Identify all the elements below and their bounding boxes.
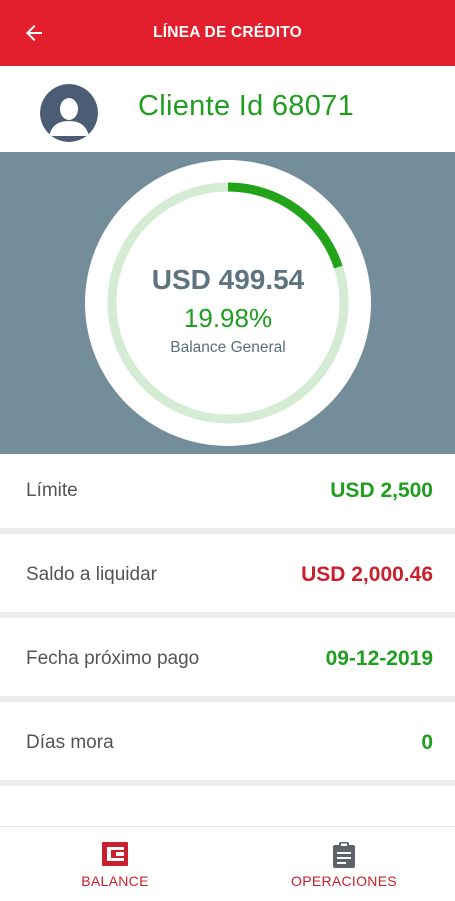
row-fecha: Fecha próximo pago 09-12-2019 <box>0 622 455 702</box>
row-label: Límite <box>26 480 78 501</box>
row-dias-mora: Días mora 0 <box>0 706 455 786</box>
row-value: USD 2,000.46 <box>301 563 433 586</box>
clipboard-icon <box>333 842 355 868</box>
row-limite: Límite USD 2,500 <box>0 454 455 534</box>
client-id: Cliente Id 68071 <box>138 90 355 122</box>
client-header: Cliente Id 68071 <box>0 66 455 152</box>
row-saldo: Saldo a liquidar USD 2,000.46 <box>0 538 455 618</box>
row-label: Días mora <box>26 732 114 753</box>
row-value: USD 2,500 <box>330 479 433 502</box>
nav-operaciones[interactable]: OPERACIONES <box>244 827 444 901</box>
balance-ring: USD 499.54 19.98% Balance General <box>85 160 371 446</box>
avatar <box>40 84 98 142</box>
nav-label: OPERACIONES <box>291 873 397 889</box>
balance-percent: 19.98% <box>183 303 273 333</box>
bottom-nav: BALANCE OPERACIONES <box>0 826 455 901</box>
row-value: 09-12-2019 <box>325 647 433 670</box>
card-icon <box>102 842 128 866</box>
balance-panel: USD 499.54 19.98% Balance General <box>0 152 455 454</box>
user-avatar-icon <box>40 84 98 142</box>
page-title: LÍNEA DE CRÉDITO <box>153 24 302 41</box>
nav-balance[interactable]: BALANCE <box>15 827 215 901</box>
row-label: Saldo a liquidar <box>26 564 157 585</box>
row-value: 0 <box>421 731 433 754</box>
row-label: Fecha próximo pago <box>26 648 200 669</box>
balance-label: Balance General <box>170 339 286 356</box>
app-bar: LÍNEA DE CRÉDITO <box>0 0 455 66</box>
nav-label: BALANCE <box>81 873 149 889</box>
balance-amount: USD 499.54 <box>151 264 305 295</box>
